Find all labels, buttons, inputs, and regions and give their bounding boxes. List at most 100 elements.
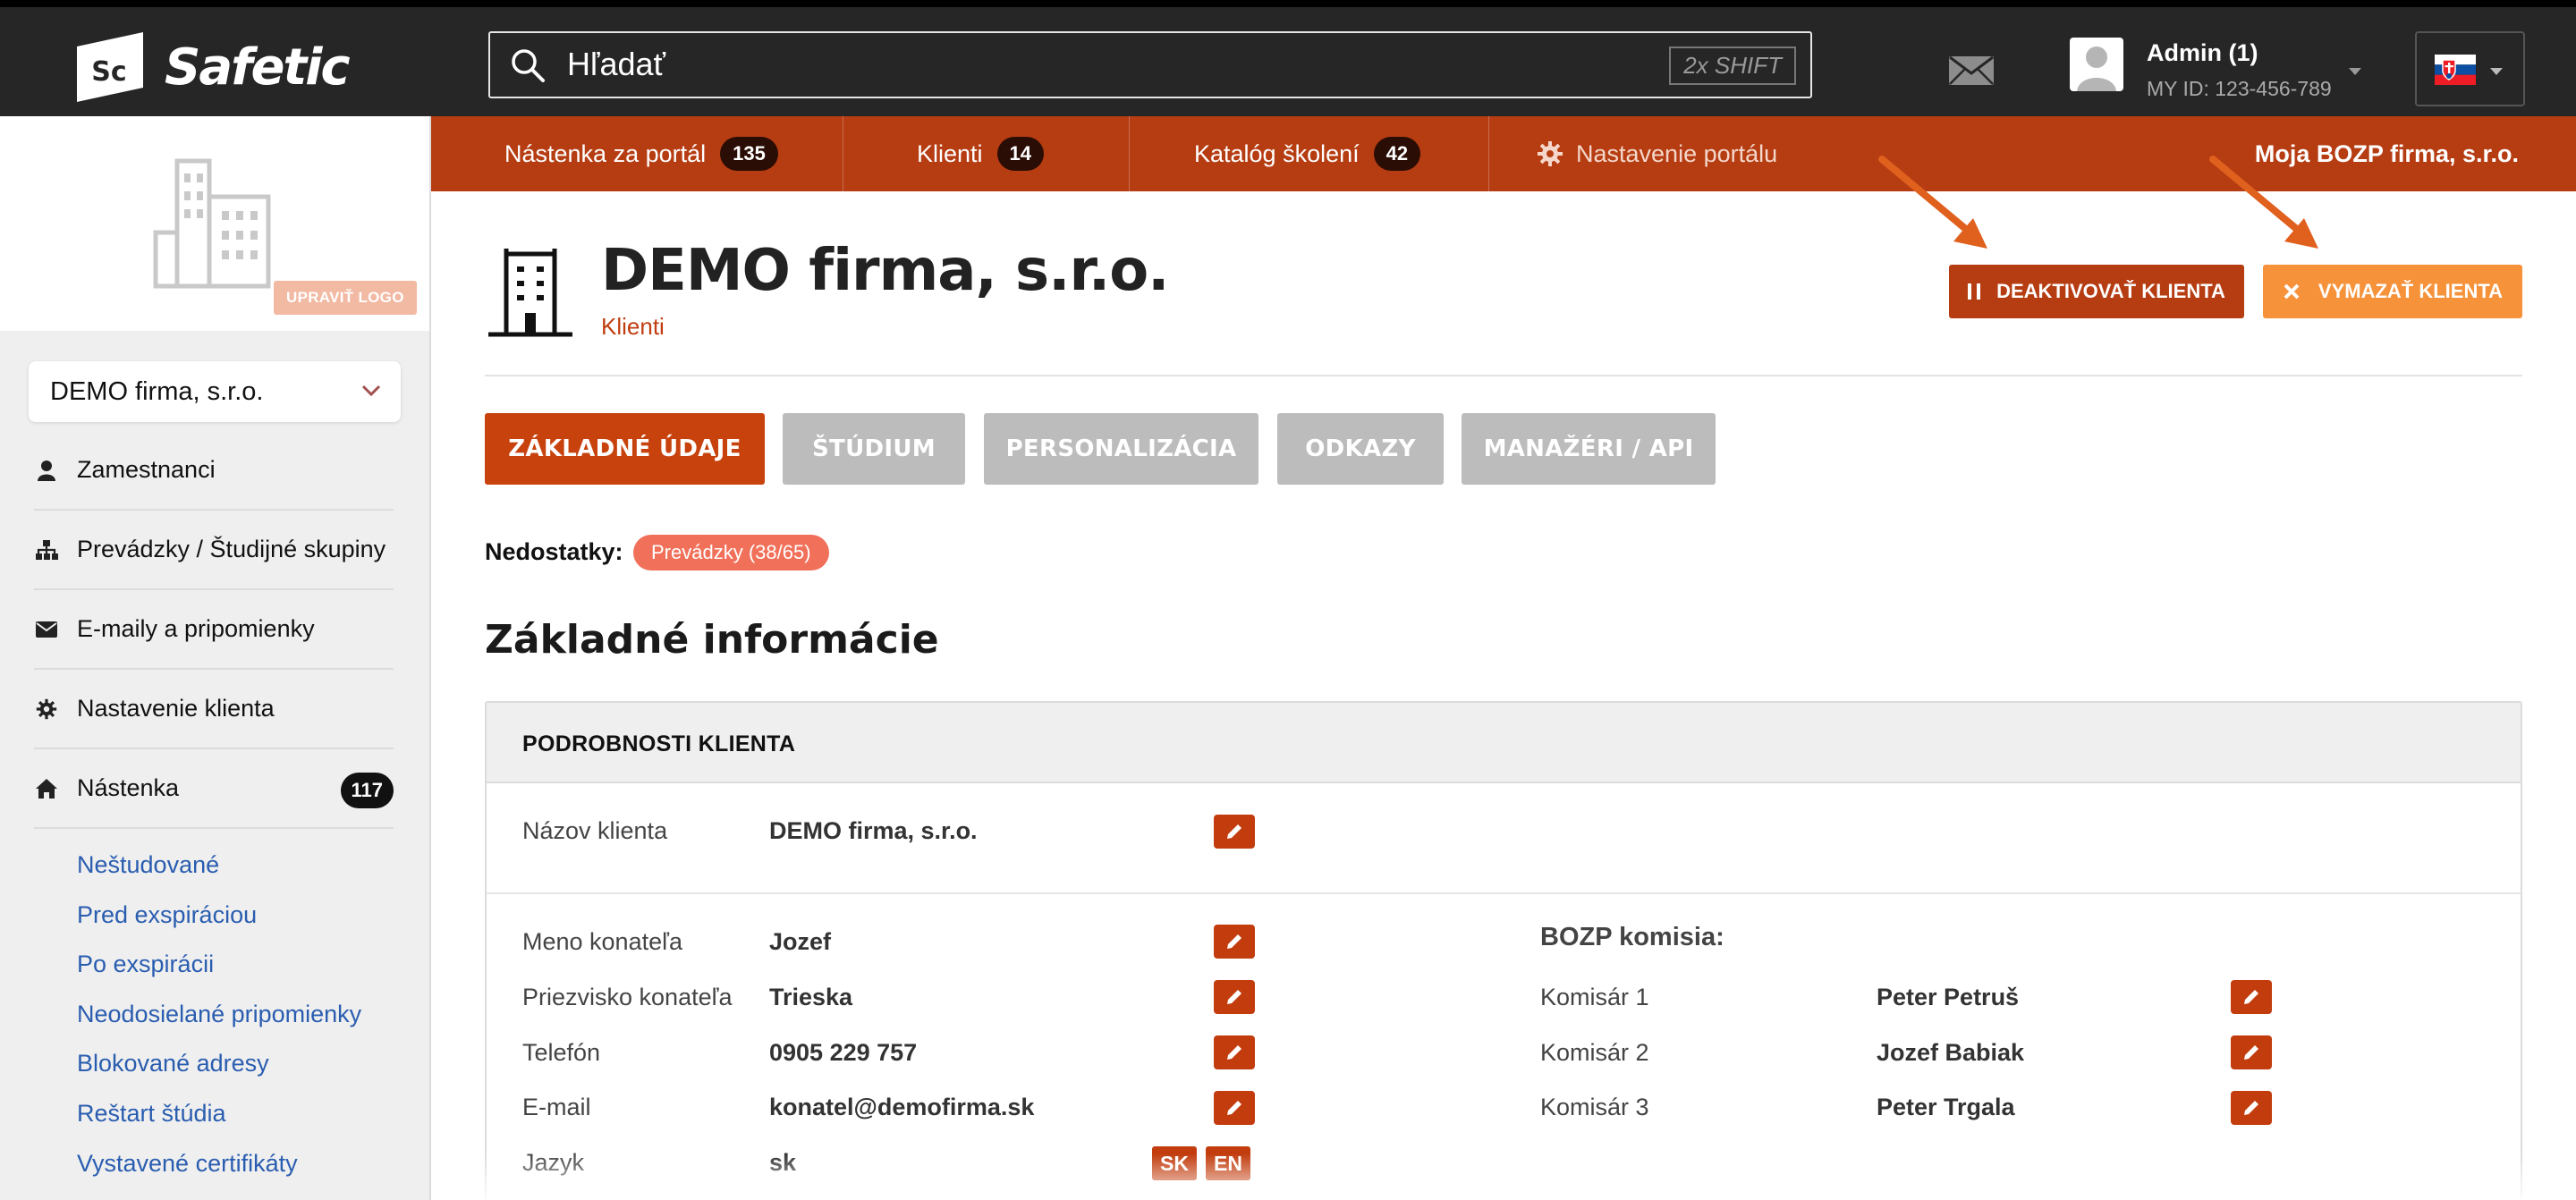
edit-field-button[interactable] [1214,980,1255,1014]
sublink-issued-certificates[interactable]: Vystavené certifikáty [77,1150,298,1178]
sublink-before-expiration[interactable]: Pred exspiráciou [77,901,257,929]
pencil-icon [1227,1101,1241,1115]
pencil-icon [2244,990,2258,1004]
sidebar-item-label: Nástenka [77,774,180,801]
issues-badge[interactable]: Prevádzky (38/65) [633,535,829,570]
field-value: 0905 229 757 [769,1039,918,1066]
search-input[interactable] [567,44,1462,85]
field-value: konatel@demofirma.sk [769,1094,1035,1120]
committee-title: BOZP komisia: [1540,923,1724,951]
delete-client-button[interactable]: VYMAZAŤ KLIENTA [2263,265,2522,318]
envelope-icon[interactable] [1948,55,1995,90]
top-bar: Sc Safetic 2x SHIFT Admin (1) MY ID: 123… [0,0,2576,116]
edit-field-button[interactable] [1214,925,1255,959]
search-shortcut-hint: 2x SHIFT [1669,46,1796,85]
sublink-after-expiration[interactable]: Po exspirácii [77,951,214,978]
sidebar-item-client-settings[interactable]: Nastavenie klienta [34,670,394,749]
nav-label: Nastavenie portálu [1576,139,1778,167]
tab-personalization[interactable]: PERSONALIZÁCIA [984,413,1258,485]
chevron-down-icon [361,385,381,401]
sidebar-item-dashboard[interactable]: Nástenka 117 [34,749,394,829]
nav-divider [1488,116,1489,191]
edit-client-name-button[interactable] [1214,815,1255,849]
client-select[interactable]: DEMO firma, s.r.o. [29,361,401,422]
annotation-arrow-icon [2209,156,2318,249]
field-label: Priezvisko konateľa [522,984,733,1010]
edit-field-button[interactable] [2231,1091,2272,1125]
sidebar-item-workplaces[interactable]: Prevádzky / Študijné skupiny [34,511,394,590]
language-chip-en[interactable]: EN [1206,1146,1250,1180]
field-label: Komisár 3 [1540,1094,1649,1120]
app-logo[interactable]: Sc Safetic [73,30,351,104]
field-label: Komisár 2 [1540,1039,1649,1066]
sidebar-item-employees[interactable]: Zamestnanci [34,431,394,511]
edit-field-button[interactable] [1214,1035,1255,1069]
issues-label: Nedostatky: [485,538,623,565]
pause-icon [1968,283,1981,300]
nav-divider [1129,116,1130,191]
field-label: E-mail [522,1094,591,1120]
nav-label: Katalóg školení [1194,139,1360,167]
deactivate-client-button[interactable]: DEAKTIVOVAŤ KLIENTA [1949,265,2244,318]
close-icon [2283,283,2301,300]
tab-study[interactable]: ŠTÚDIUM [783,413,965,485]
tab-managers-api[interactable]: MANAŽÉRI / API [1462,413,1716,485]
client-logo-area: UPRAVIŤ LOGO [0,116,429,331]
language-selector[interactable] [2415,31,2525,106]
panel-title: PODROBNOSTI KLIENTA [522,731,796,756]
edit-field-button[interactable] [1214,1091,1255,1125]
building-icon [485,249,576,342]
tab-basic-data[interactable]: ZÁKLADNÉ ÚDAJE [485,413,765,485]
count-badge: 42 [1373,137,1421,171]
field-label: Komisár 1 [1540,984,1649,1010]
edit-field-button[interactable] [2231,980,2272,1014]
language-chip-sk[interactable]: SK [1152,1146,1197,1180]
user-menu-caret-icon[interactable] [2349,68,2361,75]
annotation-arrow-icon [1878,156,1987,249]
user-id: MY ID: 123-456-789 [2147,77,2332,100]
svg-text:Sc: Sc [91,56,126,88]
field-value: Jozef [769,928,832,955]
nav-label: Klienti [917,139,983,167]
panel-header: PODROBNOSTI KLIENTA [487,703,2521,783]
nav-portal-settings[interactable]: Nastavenie portálu [1537,116,1777,191]
sidebar-item-label: E-maily a pripomienky [77,615,315,642]
sidebar-item-emails[interactable]: E-maily a pripomienky [34,590,394,670]
edit-field-button[interactable] [2231,1035,2272,1069]
nav-label: Nástenka za portál [504,139,707,167]
section-title: Základné informácie [485,617,939,663]
field-label: Názov klienta [522,817,668,844]
nav-portal-dashboard[interactable]: Nástenka za portál 135 [504,116,778,191]
gear-icon [1537,140,1563,167]
org-chart-icon [34,537,59,562]
pencil-icon [1227,934,1241,949]
nav-clients[interactable]: Klienti 14 [917,116,1045,191]
edit-logo-button[interactable]: UPRAVIŤ LOGO [274,281,417,315]
pencil-icon [1227,1045,1241,1060]
client-select-value: DEMO firma, s.r.o. [50,377,264,406]
count-badge: 117 [340,773,394,808]
client-details-panel: PODROBNOSTI KLIENTA Názov klienta DEMO f… [485,701,2522,1200]
pencil-icon [2244,1101,2258,1115]
user-name[interactable]: Admin (1) [2147,39,2258,67]
sidebar-item-label: Nastavenie klienta [77,695,275,722]
search-box[interactable]: 2x SHIFT [488,31,1812,98]
field-value: sk [769,1149,797,1176]
field-value: Peter Trgala [1877,1094,2015,1120]
language-caret-icon [2490,68,2503,75]
pencil-icon [1227,824,1241,839]
breadcrumb[interactable]: Klienti [601,313,665,341]
sublink-blocked-addresses[interactable]: Blokované adresy [77,1050,269,1077]
person-icon [34,458,59,483]
nav-training-catalog[interactable]: Katalóg školení 42 [1194,116,1421,191]
safetic-logo-icon: Sc [73,30,147,104]
pencil-icon [2244,1045,2258,1060]
avatar[interactable] [2070,38,2123,91]
field-value: Trieska [769,984,853,1010]
sublink-unstudied[interactable]: Neštudované [77,851,219,879]
field-value: DEMO firma, s.r.o. [769,817,978,844]
tab-links[interactable]: ODKAZY [1277,413,1444,485]
delete-client-label: VYMAZAŤ KLIENTA [2318,280,2504,302]
sublink-restart-study[interactable]: Reštart štúdia [77,1100,226,1128]
sublink-unsent-reminders[interactable]: Neodosielané pripomienky [77,1001,361,1028]
